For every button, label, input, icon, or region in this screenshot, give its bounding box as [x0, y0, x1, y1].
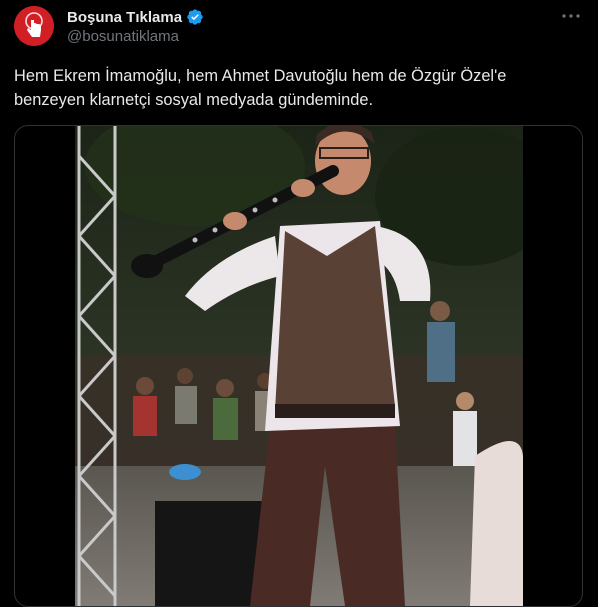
tweet-media[interactable]	[14, 125, 583, 607]
verified-badge-icon	[187, 9, 203, 25]
tweet: Boşuna Tıklama @bosunatiklama Hem Ekrem …	[0, 0, 598, 607]
hand-pointer-icon	[14, 6, 54, 46]
handle[interactable]: @bosunatiklama	[67, 28, 179, 45]
author-name-row[interactable]: Boşuna Tıklama	[67, 7, 204, 27]
more-options-icon[interactable]	[558, 6, 584, 26]
clarinet-player-video	[75, 126, 523, 606]
video-frame[interactable]	[75, 126, 523, 606]
display-name[interactable]: Boşuna Tıklama	[67, 9, 182, 26]
avatar[interactable]	[14, 6, 54, 46]
tweet-text-line: benzeyen klarnetçi sosyal medyada gündem…	[14, 91, 373, 109]
tweet-text: Hem Ekrem İmamoğlu, hem Ahmet Davutoğlu …	[14, 64, 584, 112]
tweet-text-line: Hem Ekrem İmamoğlu, hem Ahmet Davutoğlu …	[14, 67, 507, 85]
